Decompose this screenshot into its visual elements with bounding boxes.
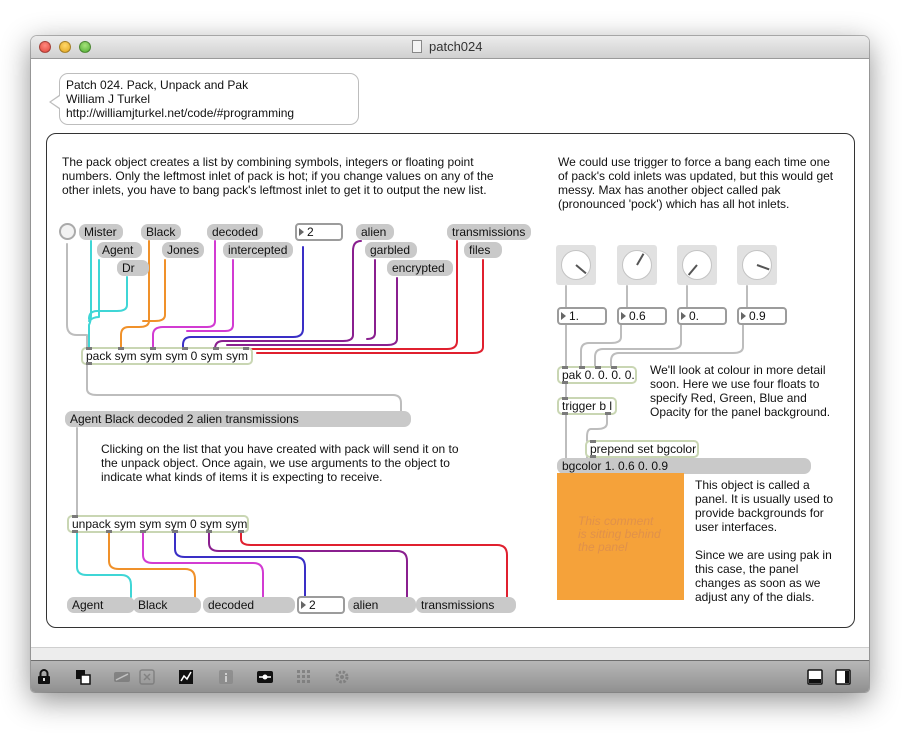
cord-pack-list [86, 364, 402, 412]
cord-button-pack [66, 243, 88, 349]
pak-colour-comment: We'll look at colour in more detail soon… [650, 363, 831, 419]
panel-hidden-comment: This comment is sitting behind the panel [578, 514, 661, 554]
unpack-object[interactable]: unpack sym sym sym 0 sym sym [67, 515, 249, 533]
zoom-window-button[interactable] [79, 41, 91, 53]
inspector-chart-icon[interactable] [177, 668, 195, 686]
message-list-output[interactable]: Agent Black decoded 2 alien transmission… [65, 411, 411, 427]
patch-cord-icon[interactable] [113, 668, 131, 686]
minimize-window-button[interactable] [59, 41, 71, 53]
message-out-decoded[interactable]: decoded [203, 597, 295, 613]
patcher-canvas[interactable]: Patch 024. Pack, Unpack and Pak William … [31, 59, 869, 647]
message-agent[interactable]: Agent [97, 242, 142, 258]
clear-icon[interactable] [138, 668, 156, 686]
document-icon [412, 40, 422, 53]
message-out-transmissions[interactable]: transmissions [416, 597, 516, 613]
message-mister[interactable]: Mister [79, 224, 123, 240]
message-files[interactable]: files [464, 242, 502, 258]
float-box-blue[interactable]: 0. [677, 307, 727, 325]
prepend-object[interactable]: prepend set bgcolor [585, 440, 699, 458]
unpack-object-text: unpack sym sym sym 0 sym sym [72, 517, 248, 531]
unpack-intro-comment: Clicking on the list that you have creat… [101, 442, 459, 484]
presentation-icon[interactable] [74, 668, 92, 686]
dial-red[interactable] [556, 245, 596, 285]
bang-button[interactable] [59, 223, 76, 240]
pack-object[interactable]: pack sym sym sym 0 sym sym [81, 347, 253, 365]
info-icon[interactable] [217, 668, 235, 686]
cord-num4-pak [610, 324, 744, 368]
message-encrypted[interactable]: encrypted [387, 260, 453, 276]
debug-icon[interactable] [256, 668, 274, 686]
sidebar-bottom-icon[interactable] [806, 668, 824, 686]
patcher-window: patch024 Patch 024. Pack, Unpack and Pak… [31, 36, 869, 692]
message-black[interactable]: Black [141, 224, 181, 240]
grid-icon[interactable] [295, 668, 313, 686]
close-window-button[interactable] [39, 41, 51, 53]
message-out-black[interactable]: Black [133, 597, 201, 613]
float-box-opacity[interactable]: 0.9 [737, 307, 787, 325]
cord-out-decoded [142, 531, 264, 598]
cord-garbled [366, 259, 376, 340]
cord-out-agent [76, 531, 132, 598]
pak-intro-comment: We could use trigger to force a bang eac… [558, 155, 834, 211]
number-box-output[interactable]: 2 [297, 596, 345, 614]
cord-dr [88, 276, 128, 320]
panel-explanation-comment: This object is called a panel. It is usu… [695, 478, 834, 604]
cord-out-transmissions [240, 531, 508, 598]
pak-object[interactable]: pak 0. 0. 0. 0. [557, 366, 637, 384]
float-red-value: 1. [569, 309, 580, 323]
message-bgcolor[interactable]: bgcolor 1. 0.6 0. 0.9 [557, 458, 811, 474]
prepend-object-text: prepend set bgcolor [590, 442, 697, 456]
cord-mister [88, 240, 92, 349]
float-opacity-value: 0.9 [749, 309, 766, 323]
message-decoded[interactable]: decoded [207, 224, 263, 240]
dial-opacity[interactable] [737, 245, 777, 285]
status-strip [31, 647, 869, 660]
gear-icon[interactable] [333, 668, 351, 686]
cord-num3-pak [594, 324, 682, 368]
title-bar: patch024 [31, 36, 869, 59]
number-triangle-icon [301, 601, 306, 609]
number-out-value: 2 [309, 598, 316, 612]
cord-out-alien [208, 531, 408, 598]
trigger-object-text: trigger b l [562, 399, 613, 413]
pack-intro-comment: The pack object creates a list by combin… [62, 155, 494, 197]
cord-out-black [108, 531, 196, 598]
cord-num2-pak [580, 324, 622, 368]
dial-blue[interactable] [677, 245, 717, 285]
sidebar-right-icon[interactable] [834, 668, 852, 686]
cord-encrypted [226, 277, 398, 346]
message-jones[interactable]: Jones [162, 242, 204, 258]
number-value: 2 [307, 225, 314, 239]
number-box-input[interactable]: 2 [295, 223, 343, 241]
message-out-agent[interactable]: Agent [67, 597, 135, 613]
dial-green[interactable] [617, 245, 657, 285]
message-intercepted[interactable]: intercepted [223, 242, 293, 258]
trigger-object[interactable]: trigger b l [557, 397, 617, 415]
lock-icon[interactable] [35, 668, 53, 686]
pack-object-text: pack sym sym sym 0 sym sym [86, 349, 249, 363]
number-triangle-icon [299, 228, 304, 236]
pak-object-text: pak 0. 0. 0. 0. [562, 368, 635, 382]
message-garbled[interactable]: garbled [365, 242, 417, 258]
float-blue-value: 0. [689, 309, 700, 323]
message-dr[interactable]: Dr [117, 260, 149, 276]
bottom-toolbar [31, 660, 869, 692]
float-box-green[interactable]: 0.6 [617, 307, 667, 325]
cord-number [182, 246, 304, 349]
cord-intercepted [186, 259, 234, 332]
float-green-value: 0.6 [629, 309, 646, 323]
float-box-red[interactable]: 1. [557, 307, 607, 325]
window-title: patch024 [429, 39, 483, 54]
message-out-alien[interactable]: alien [348, 597, 416, 613]
message-transmissions[interactable]: transmissions [447, 224, 531, 240]
message-alien[interactable]: alien [356, 224, 394, 240]
cord-trigger-prepend [586, 414, 608, 442]
